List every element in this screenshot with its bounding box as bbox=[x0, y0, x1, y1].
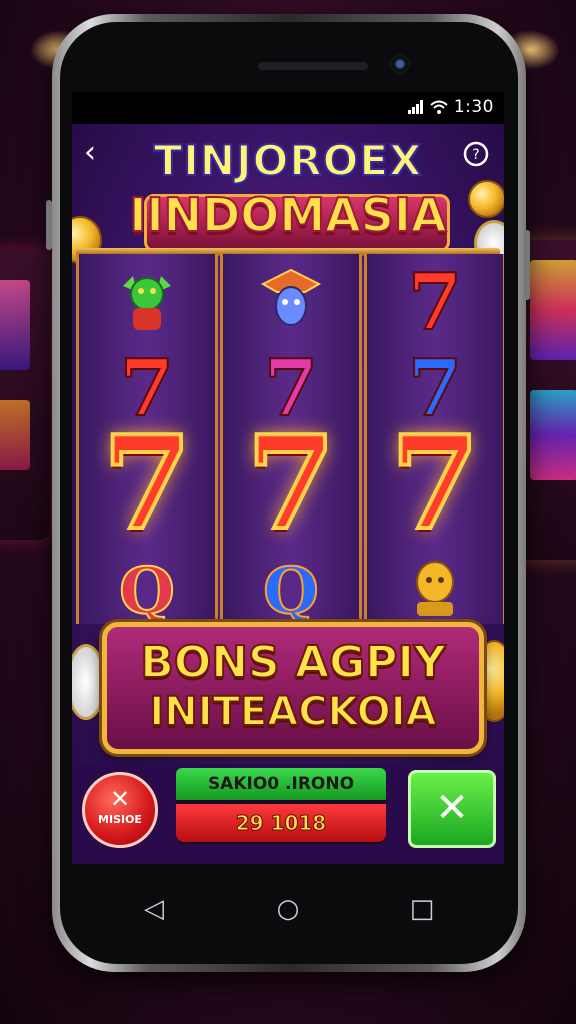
golden-idol-symbol bbox=[416, 561, 454, 616]
background-machine-screen bbox=[530, 390, 576, 480]
stop-button[interactable]: ✕ MISIOE bbox=[82, 772, 158, 848]
status-bar: 1:30 bbox=[72, 92, 504, 124]
nav-recents-button[interactable]: □ bbox=[402, 894, 442, 924]
jester-symbol bbox=[260, 268, 322, 326]
game-title-line2: IINDOMASIA bbox=[128, 187, 447, 243]
q-symbol: Q bbox=[262, 553, 320, 630]
background-machine-screen bbox=[0, 280, 30, 370]
control-panel: ✕ MISIOE SAKIO0 .IRONO 29 1018 ✕ bbox=[72, 764, 504, 864]
no-sound-icon: ✕ bbox=[435, 785, 469, 831]
volume-button bbox=[46, 200, 52, 250]
close-icon: ✕ bbox=[109, 785, 131, 813]
bonus-text-line1: BONS AGPIY bbox=[139, 636, 446, 689]
reel-3: 7 7 7 bbox=[364, 254, 504, 624]
game-screen: ‹ ? TINJOROEX IINDOMASIA 7 7 Q 7 7 Q 7 7… bbox=[72, 124, 504, 864]
navigation-bar: ◁ ○ □ bbox=[72, 864, 504, 954]
goblin-symbol bbox=[123, 276, 171, 330]
background-machine-screen bbox=[530, 260, 576, 360]
home-circle-icon: ○ bbox=[276, 894, 300, 924]
gold-coin-decoration bbox=[468, 180, 504, 218]
background-machine-screen bbox=[0, 400, 30, 470]
back-triangle-icon: ◁ bbox=[144, 894, 164, 924]
game-title-line1: TINJOROEX bbox=[153, 135, 423, 186]
clock-decoration bbox=[72, 644, 106, 720]
bet-info-box: SAKIO0 .IRONO 29 1018 bbox=[176, 768, 386, 844]
wifi-icon bbox=[430, 100, 448, 114]
bonus-banner: BONS AGPIY INITEACKOIA bbox=[102, 622, 484, 754]
slot-reels: 7 7 Q 7 7 Q 7 7 7 bbox=[76, 248, 504, 630]
status-time: 1:30 bbox=[453, 97, 494, 117]
seven-symbol-large: 7 bbox=[100, 409, 193, 559]
q-symbol: Q bbox=[118, 553, 176, 630]
seven-symbol-large: 7 bbox=[244, 409, 337, 559]
power-button bbox=[524, 230, 530, 300]
nav-home-button[interactable]: ○ bbox=[268, 894, 308, 924]
seven-symbol-large: 7 bbox=[388, 409, 481, 559]
earpiece bbox=[258, 62, 368, 70]
reel-1: 7 7 Q bbox=[76, 254, 218, 630]
bonus-text-line2: INITEACKOIA bbox=[148, 688, 437, 736]
recents-square-icon: □ bbox=[409, 894, 435, 924]
stop-button-label: MISIOE bbox=[98, 813, 142, 826]
front-camera bbox=[390, 54, 410, 74]
bet-info-value: 29 1018 bbox=[176, 804, 386, 842]
nav-back-button[interactable]: ◁ bbox=[134, 894, 174, 924]
seven-symbol: 7 bbox=[407, 257, 463, 348]
spin-button[interactable]: ✕ bbox=[408, 770, 496, 848]
signal-icon bbox=[407, 100, 423, 114]
reel-2: 7 7 Q bbox=[220, 254, 362, 630]
background-slot-machine-left bbox=[0, 250, 50, 540]
bet-info-label: SAKIO0 .IRONO bbox=[176, 768, 386, 800]
